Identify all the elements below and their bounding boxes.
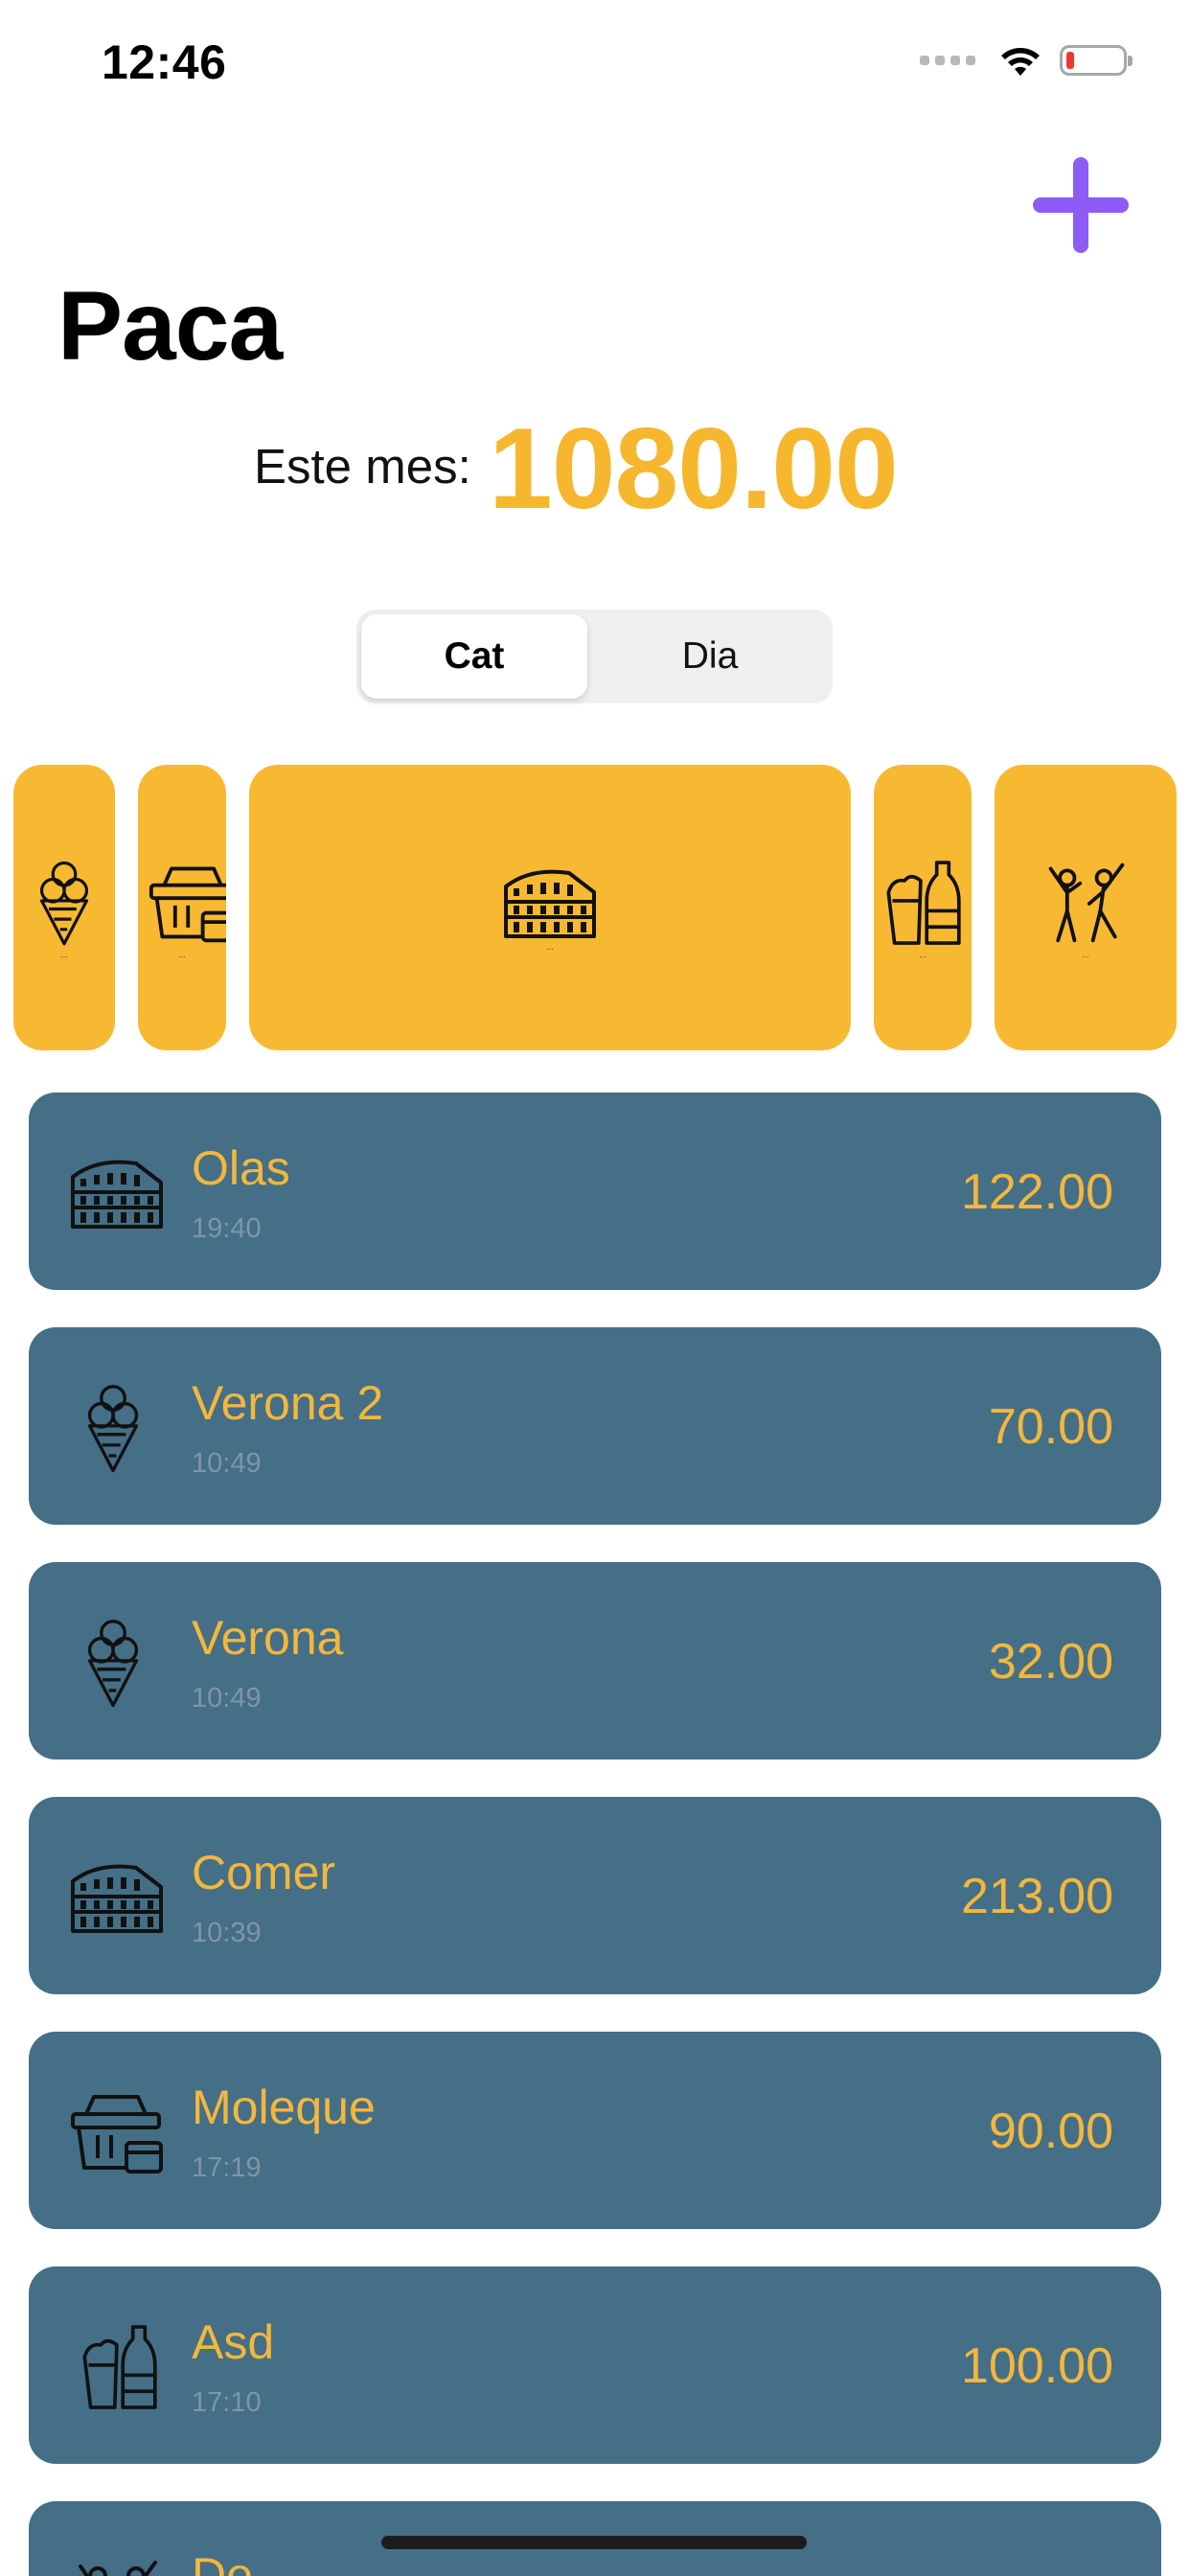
category-label: ... xyxy=(60,950,68,959)
category-label: ... xyxy=(546,942,554,952)
expense-time: 19:40 xyxy=(192,1213,262,1244)
expense-amount: 90.00 xyxy=(988,2104,1113,2159)
category-tile-party[interactable]: ... xyxy=(995,765,1177,1050)
battery-icon xyxy=(1060,45,1133,76)
status-time: 12:46 xyxy=(102,35,227,89)
category-tile-fast-food[interactable]: ... xyxy=(874,765,972,1050)
category-label: ... xyxy=(1082,950,1089,959)
expense-name: Asd xyxy=(192,2315,275,2369)
expense-time: 10:49 xyxy=(192,1448,262,1479)
category-label: ... xyxy=(919,950,927,959)
expense-amount: 70.00 xyxy=(988,1399,1113,1455)
party-people-icon xyxy=(79,2561,157,2576)
colosseum-icon xyxy=(71,1160,163,1229)
status-icons xyxy=(920,43,1133,78)
expense-name: Verona 2 xyxy=(192,1376,384,1430)
expense-row[interactable]: Comer 10:39 213.00 xyxy=(29,1797,1161,1994)
expense-time: 17:19 xyxy=(192,2152,262,2183)
segment-cat[interactable]: Cat xyxy=(361,614,587,699)
fast-food-icon xyxy=(886,861,961,945)
expense-name: De xyxy=(192,2548,253,2576)
shopping-basket-icon xyxy=(71,2095,163,2174)
expense-row[interactable]: Verona 10:49 32.00 xyxy=(29,1562,1161,1760)
ice-cream-icon xyxy=(87,1385,139,1473)
category-tile-colosseum[interactable]: ... xyxy=(249,765,851,1050)
expense-name: Comer xyxy=(192,1846,336,1899)
ice-cream-icon xyxy=(87,1620,139,1708)
expense-amount: 122.00 xyxy=(960,1164,1113,1220)
expense-amount: 100.00 xyxy=(960,2338,1113,2394)
expense-amount: 213.00 xyxy=(960,1869,1113,1924)
shopping-basket-icon xyxy=(149,866,226,943)
expense-amount: 32.00 xyxy=(988,1634,1113,1690)
colosseum-icon xyxy=(71,1864,163,1933)
expense-name: Olas xyxy=(192,1141,290,1195)
month-total: 1080.00 xyxy=(489,404,899,533)
expense-name: Moleque xyxy=(192,2081,376,2134)
category-label: ... xyxy=(178,950,186,959)
expense-row[interactable]: Verona 2 10:49 70.00 xyxy=(29,1327,1161,1525)
colosseum-icon xyxy=(504,869,596,938)
plus-icon xyxy=(1033,157,1129,253)
party-people-icon xyxy=(1048,862,1125,943)
expense-name: Verona xyxy=(192,1611,344,1665)
wifi-icon xyxy=(1001,48,1040,76)
ice-cream-icon xyxy=(39,861,89,946)
expense-row[interactable]: Olas 19:40 122.00 xyxy=(29,1092,1161,1290)
add-button[interactable] xyxy=(1029,153,1133,257)
home-indicator xyxy=(381,2536,807,2549)
category-tile-ice-cream[interactable]: ... xyxy=(13,765,115,1050)
cellular-signal-icon xyxy=(920,56,975,65)
expense-row[interactable]: Moleque 17:19 90.00 xyxy=(29,2032,1161,2229)
segment-dia[interactable]: Dia xyxy=(597,614,823,699)
page-title: Paca xyxy=(57,271,283,380)
expense-time: 10:39 xyxy=(192,1918,262,1948)
expense-time: 10:49 xyxy=(192,1683,262,1714)
expense-row[interactable]: Asd 17:10 100.00 xyxy=(29,2266,1161,2464)
month-label: Este mes: xyxy=(254,439,471,494)
expense-time: 17:10 xyxy=(192,2387,262,2418)
view-segmented-control: Cat Dia xyxy=(356,610,833,703)
fast-food-icon xyxy=(82,2325,157,2409)
category-tile-shopping[interactable]: ... xyxy=(138,765,226,1050)
